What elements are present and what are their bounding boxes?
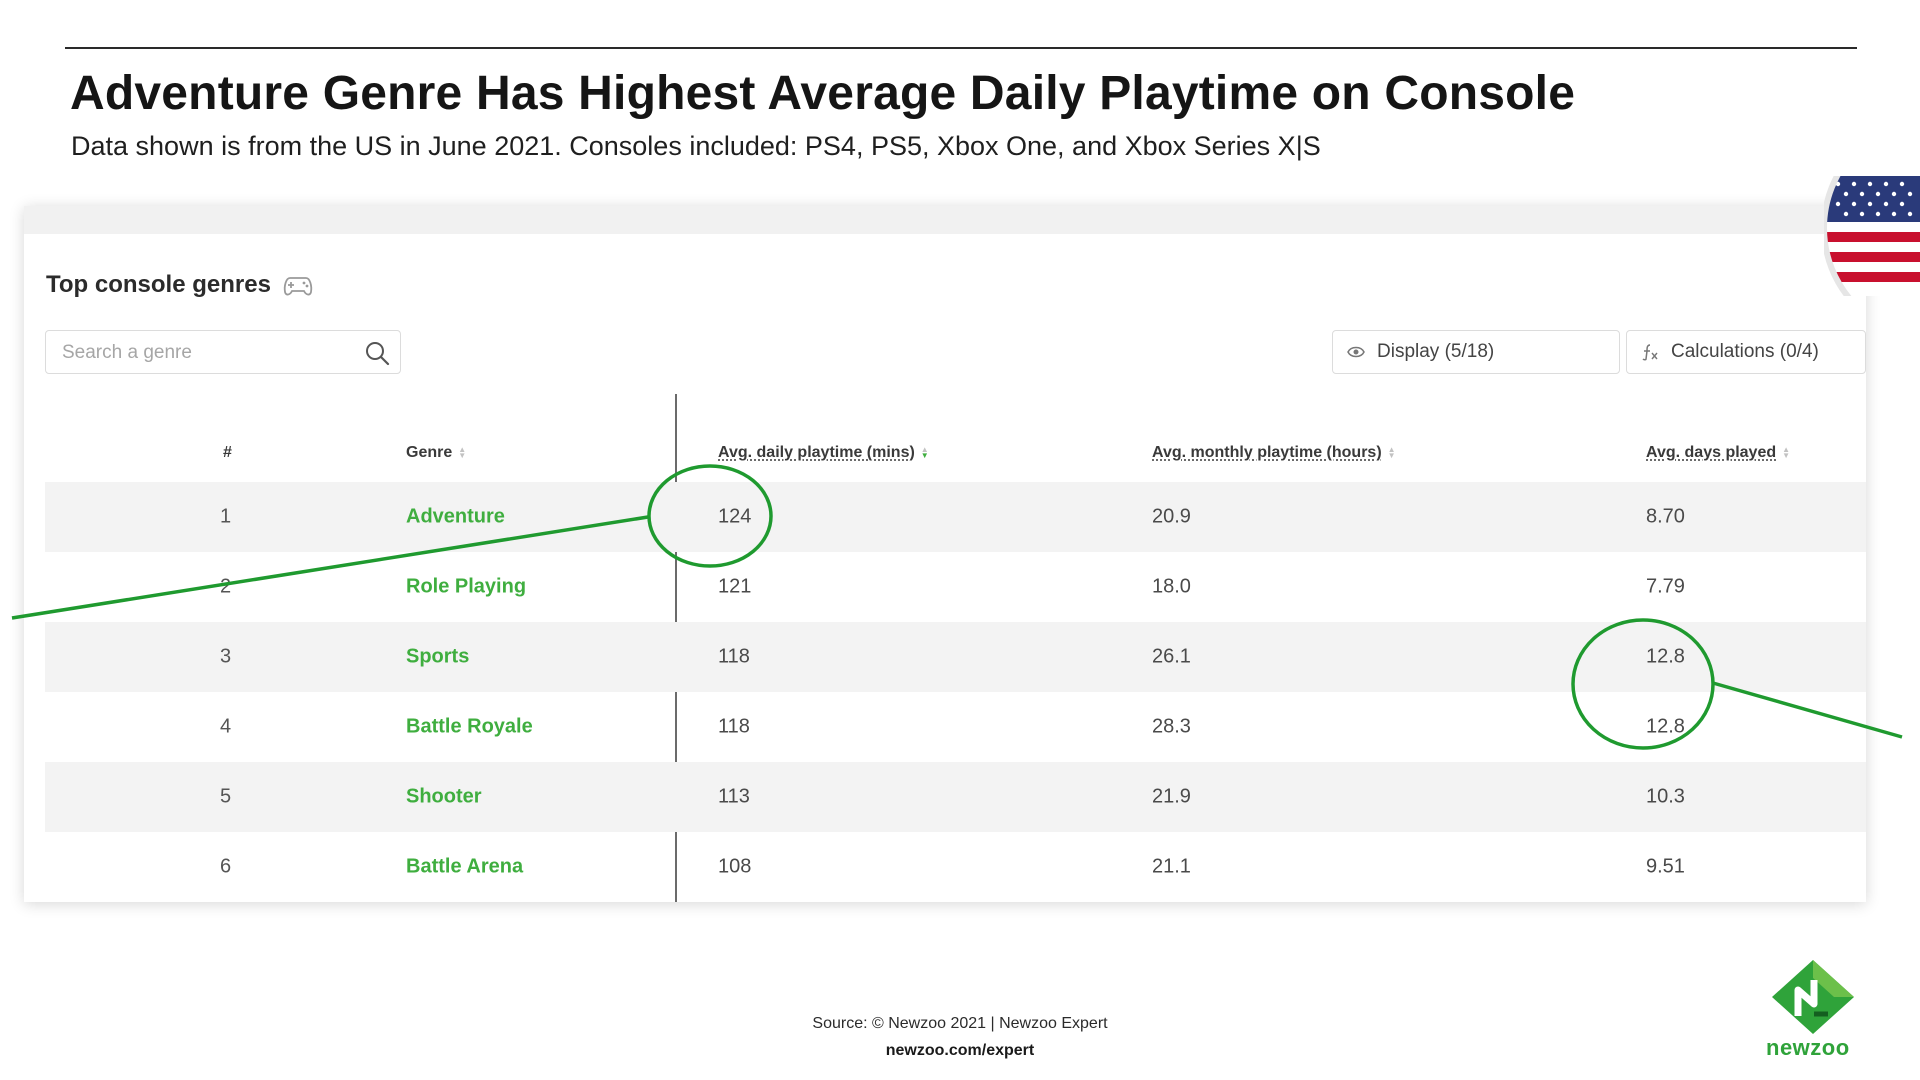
sort-icon: ▲ ▼ bbox=[920, 445, 929, 460]
table-row: 6 Battle Arena 108 21.1 9.51 bbox=[45, 832, 1866, 902]
eye-icon bbox=[1347, 346, 1365, 358]
monthly-playtime-cell: 26.1 bbox=[1152, 645, 1191, 668]
genre-widget-card: Top console genres Display (5/18) Calcul… bbox=[24, 206, 1866, 902]
table-row: 3 Sports 118 26.1 12.8 bbox=[45, 622, 1866, 692]
table-header: # Genre ▲ ▼ Avg. daily playtime (mins) ▲ ▼… bbox=[45, 430, 1866, 482]
sort-icon: ▲ ▼ bbox=[458, 445, 467, 460]
sort-icon: ▲ ▼ bbox=[1782, 445, 1791, 460]
days-played-cell: 10.3 bbox=[1646, 785, 1685, 808]
search-icon[interactable] bbox=[364, 340, 390, 366]
monthly-playtime-cell: 21.1 bbox=[1152, 855, 1191, 878]
daily-playtime-cell: 121 bbox=[718, 575, 752, 598]
daily-playtime-cell: 108 bbox=[718, 855, 752, 878]
table-row: 4 Battle Royale 118 28.3 12.8 bbox=[45, 692, 1866, 762]
days-played-cell: 7.79 bbox=[1646, 575, 1685, 598]
days-played-cell: 9.51 bbox=[1646, 855, 1685, 878]
daily-playtime-cell: 118 bbox=[718, 645, 750, 668]
column-header-rank: # bbox=[223, 444, 232, 461]
genre-link[interactable]: Battle Royale bbox=[406, 716, 533, 739]
daily-playtime-cell: 118 bbox=[718, 715, 750, 738]
calculations-button-label: Calculations (0/4) bbox=[1671, 341, 1819, 362]
table-row: 2 Role Playing 121 18.0 7.79 bbox=[45, 552, 1866, 622]
genre-link[interactable]: Shooter bbox=[406, 786, 482, 809]
page-title: Adventure Genre Has Highest Average Dail… bbox=[70, 67, 1576, 120]
genre-link[interactable]: Role Playing bbox=[406, 576, 526, 599]
column-header-daily-playtime[interactable]: Avg. daily playtime (mins) ▲ ▼ bbox=[718, 444, 929, 462]
genre-link[interactable]: Battle Arena bbox=[406, 856, 523, 879]
rank-cell: 4 bbox=[220, 715, 232, 738]
search-input[interactable] bbox=[60, 339, 354, 367]
column-header-monthly-playtime[interactable]: Avg. monthly playtime (hours) ▲ ▼ bbox=[1152, 444, 1396, 462]
display-button[interactable]: Display (5/18) bbox=[1332, 330, 1620, 374]
source-url: newzoo.com/expert bbox=[885, 1042, 1035, 1059]
sort-icon: ▲ ▼ bbox=[1387, 445, 1396, 460]
column-header-days-played[interactable]: Avg. days played ▲ ▼ bbox=[1646, 444, 1790, 462]
genre-table: # Genre ▲ ▼ Avg. daily playtime (mins) ▲ ▼… bbox=[45, 430, 1866, 902]
daily-playtime-cell: 113 bbox=[718, 785, 750, 808]
days-played-cell: 12.8 bbox=[1646, 715, 1685, 738]
widget-title: Top console genres bbox=[46, 271, 313, 299]
us-flag bbox=[1824, 176, 1920, 296]
rank-cell: 6 bbox=[220, 855, 232, 878]
monthly-playtime-cell: 28.3 bbox=[1152, 715, 1191, 738]
source-note: Source: © Newzoo 2021 | Newzoo Expert bbox=[812, 1015, 1108, 1032]
days-played-cell: 12.8 bbox=[1646, 645, 1685, 668]
monthly-playtime-cell: 21.9 bbox=[1152, 785, 1191, 808]
genre-link[interactable]: Sports bbox=[406, 646, 469, 669]
days-played-cell: 8.70 bbox=[1646, 505, 1685, 528]
rank-cell: 3 bbox=[220, 645, 232, 668]
newzoo-logo bbox=[1772, 960, 1854, 1034]
monthly-playtime-cell: 20.9 bbox=[1152, 505, 1191, 528]
display-button-label: Display (5/18) bbox=[1377, 341, 1495, 362]
fx-icon bbox=[1642, 344, 1658, 361]
widget-title-label: Top console genres bbox=[46, 271, 271, 298]
card-top-band bbox=[24, 206, 1866, 234]
calculations-button[interactable]: Calculations (0/4) bbox=[1626, 330, 1866, 374]
gamepad-icon bbox=[283, 277, 313, 296]
table-row: 1 Adventure 124 20.9 8.70 bbox=[45, 482, 1866, 552]
genre-link[interactable]: Adventure bbox=[406, 506, 505, 529]
page-subtitle: Data shown is from the US in June 2021. … bbox=[71, 131, 1321, 161]
table-row: 5 Shooter 113 21.9 10.3 bbox=[45, 762, 1866, 832]
genre-search bbox=[45, 330, 401, 374]
rank-cell: 5 bbox=[220, 785, 232, 808]
daily-playtime-cell: 124 bbox=[718, 505, 752, 528]
monthly-playtime-cell: 18.0 bbox=[1152, 575, 1191, 598]
column-header-genre[interactable]: Genre ▲ ▼ bbox=[406, 444, 466, 462]
rank-cell: 1 bbox=[220, 505, 232, 528]
top-rule bbox=[65, 47, 1857, 49]
newzoo-wordmark: newzoo bbox=[1766, 1035, 1850, 1060]
rank-cell: 2 bbox=[220, 575, 232, 598]
